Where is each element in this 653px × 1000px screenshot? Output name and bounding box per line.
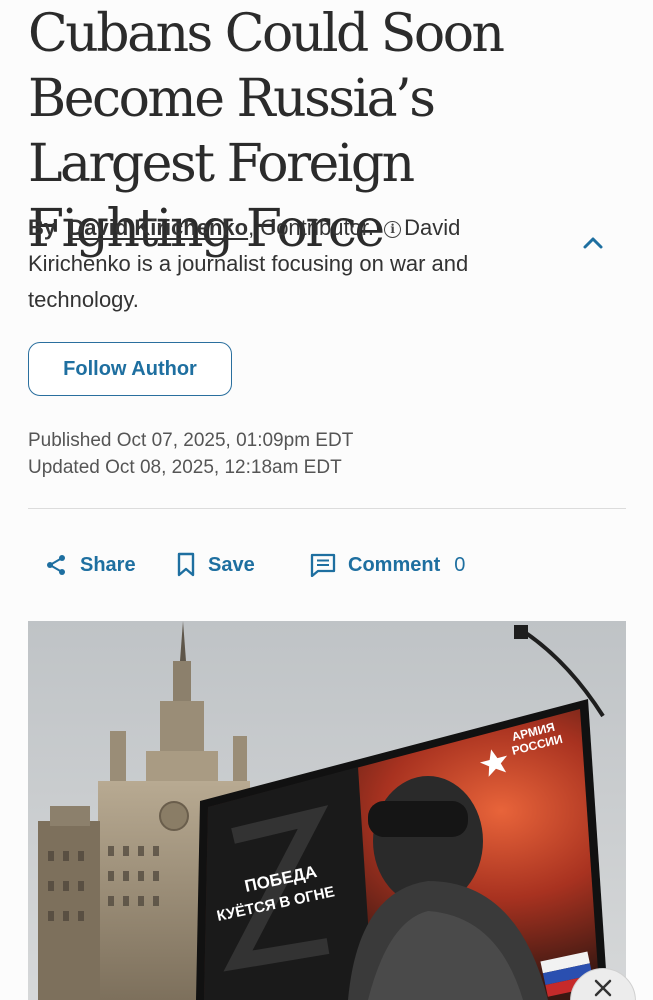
close-icon xyxy=(594,979,612,997)
comment-count: 0 xyxy=(454,553,466,576)
share-button[interactable]: Share xyxy=(44,548,136,582)
byline-by: By xyxy=(28,215,57,240)
author-role: , Contributor. xyxy=(248,215,375,240)
chevron-up-icon xyxy=(583,237,603,249)
bookmark-icon xyxy=(177,552,195,577)
article-dates: Published Oct 07, 2025, 01:09pm EDT Upda… xyxy=(28,427,353,481)
info-icon[interactable]: i xyxy=(384,221,402,238)
author-link[interactable]: David Kirichenko xyxy=(68,215,248,240)
published-date: Published Oct 07, 2025, 01:09pm EDT xyxy=(28,430,354,451)
updated-date: Updated Oct 08, 2025, 12:18am EDT xyxy=(28,457,342,478)
collapse-byline-button[interactable] xyxy=(578,228,608,258)
share-icon xyxy=(47,555,65,575)
hero-photo: АРМИЯ РОССИИ ПОБЕДА КУЁТСЯ В ОГНЕ xyxy=(28,621,626,1000)
save-button[interactable]: Save xyxy=(176,548,255,582)
share-label: Share xyxy=(80,553,136,576)
comment-button[interactable]: Comment 0 xyxy=(310,548,465,582)
comment-icon xyxy=(310,553,336,577)
hero-image[interactable]: АРМИЯ РОССИИ ПОБЕДА КУЁТСЯ В ОГНЕ xyxy=(28,621,626,1000)
save-label: Save xyxy=(208,553,255,576)
comment-label: Comment xyxy=(348,553,441,576)
byline: By David Kirichenko, Contributor. i David… xyxy=(28,210,568,318)
divider xyxy=(28,508,626,509)
follow-author-button[interactable]: Follow Author xyxy=(28,342,232,396)
